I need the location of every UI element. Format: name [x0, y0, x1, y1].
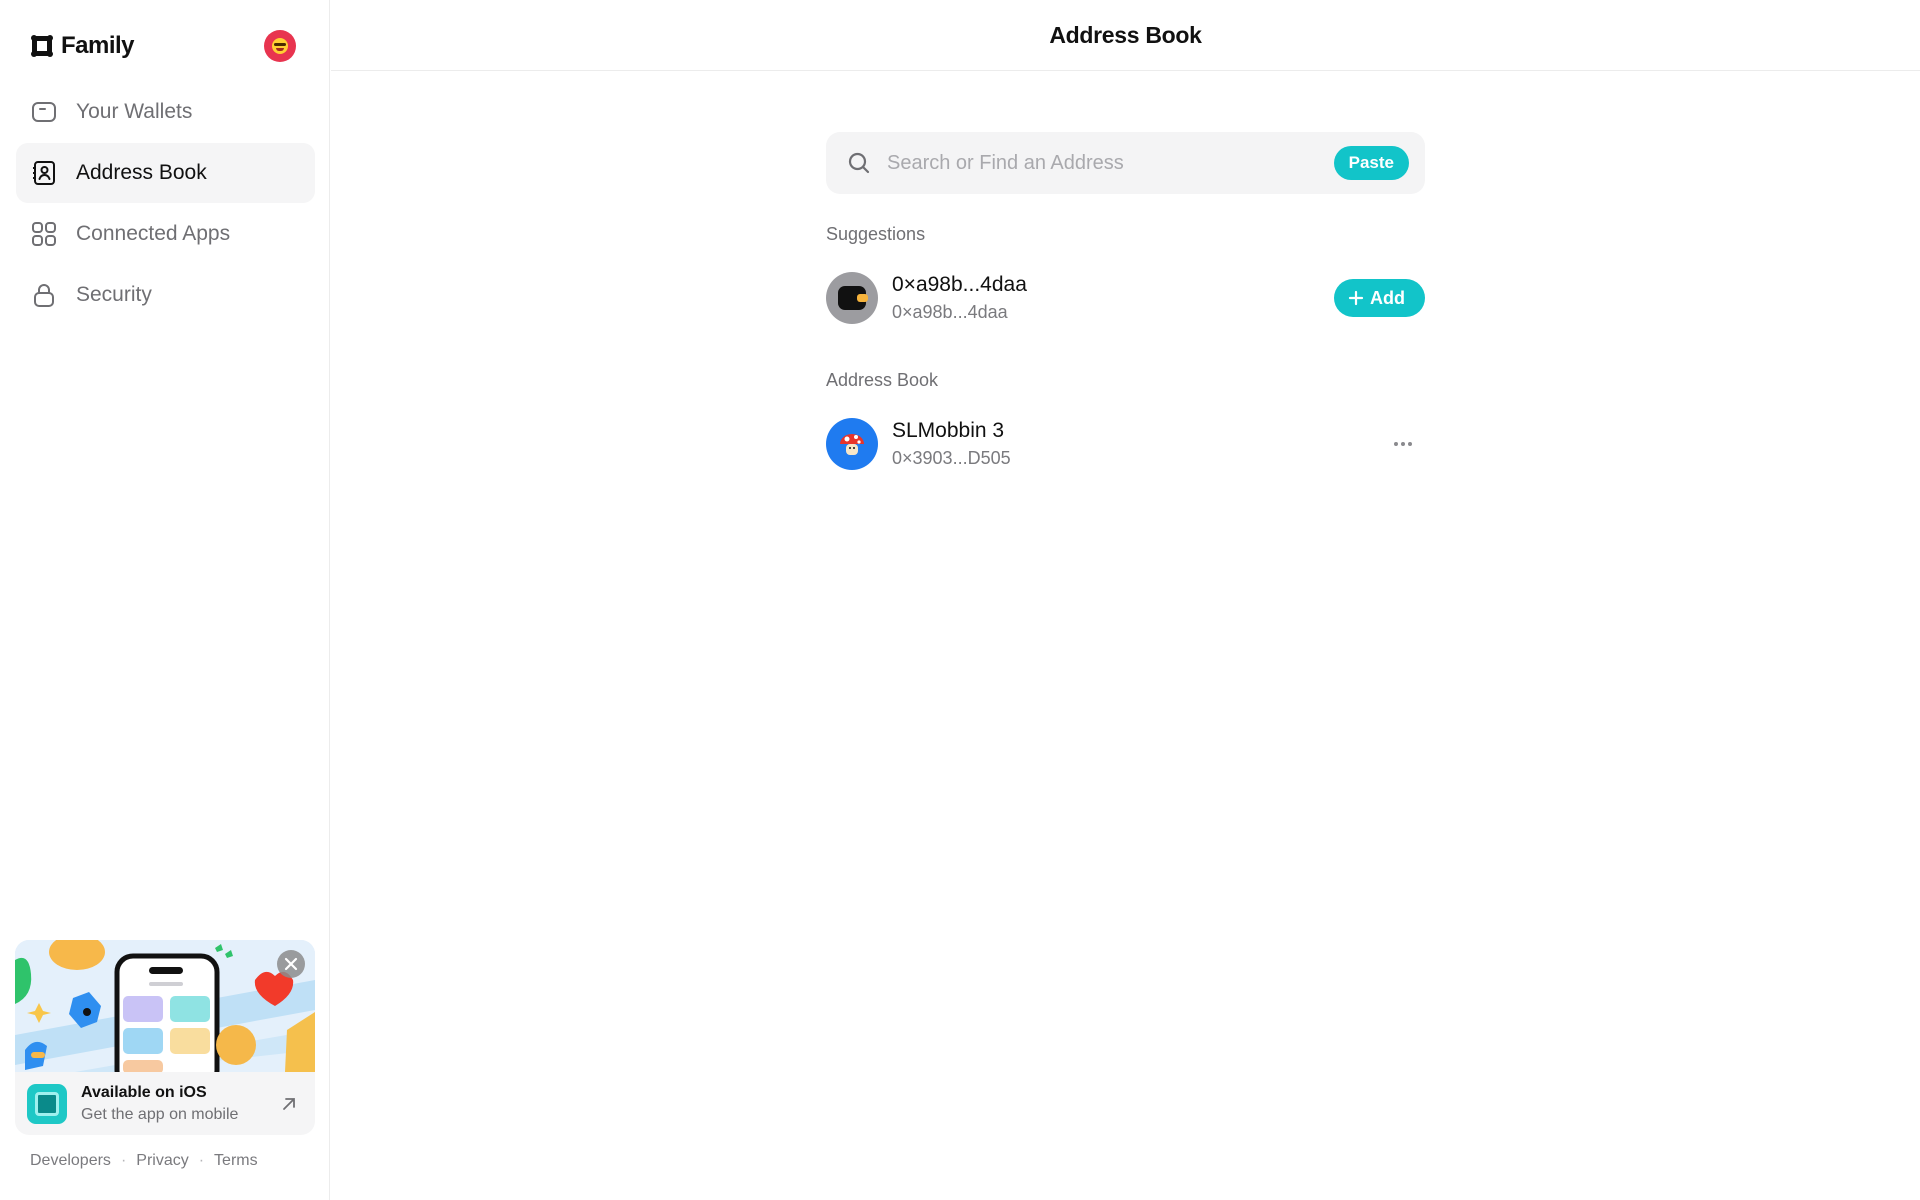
promo-subtitle: Get the app on mobile — [81, 1105, 239, 1123]
more-options-icon[interactable] — [1391, 432, 1415, 456]
page-title: Address Book — [1049, 21, 1202, 48]
contact-book-icon — [31, 160, 57, 186]
brand-name: Family — [61, 32, 135, 59]
contact-name: SLMobbin 3 — [892, 419, 1005, 442]
list-item[interactable]: 0×a98b...4daa 0×a98b...4daa Add — [826, 268, 1425, 328]
close-icon[interactable] — [277, 950, 305, 978]
search-bar: Paste — [826, 132, 1425, 194]
sidebar-item-label: Connected Apps — [76, 222, 231, 245]
footer-separator: · — [198, 1152, 205, 1169]
profile-avatar[interactable] — [264, 30, 296, 62]
developers-link[interactable]: Developers — [30, 1152, 111, 1170]
contact-name: 0×a98b...4daa — [892, 273, 1027, 296]
sidebar-item-label: Your Wallets — [76, 100, 193, 123]
arrow-up-right-icon[interactable] — [279, 1094, 299, 1114]
search-input[interactable] — [887, 151, 1307, 175]
paste-button[interactable]: Paste — [1333, 146, 1409, 180]
terms-link[interactable]: Terms — [214, 1152, 258, 1170]
sidebar-item-connected-apps[interactable]: Connected Apps — [16, 204, 315, 264]
brand[interactable]: Family — [30, 30, 135, 62]
sidebar-item-label: Security — [76, 283, 152, 306]
promo-title: Available on iOS — [81, 1083, 207, 1101]
plus-icon — [1348, 290, 1364, 306]
ios-promo-card[interactable]: Available on iOS Get the app on mobile — [15, 940, 315, 1135]
add-button[interactable]: Add — [1334, 279, 1425, 317]
sidebar-item-label: Address Book — [76, 161, 207, 184]
sidebar-nav: Your Wallets Address Book Connected Apps… — [16, 82, 315, 326]
family-logo-icon — [31, 35, 53, 57]
promo-info: Available on iOS Get the app on mobile — [15, 1072, 315, 1135]
sidebar: Family Your Wallets Address Book Connect… — [0, 0, 330, 1200]
footer-links: Developers · Privacy · Terms — [30, 1152, 258, 1170]
top-bar: Address Book — [331, 0, 1920, 71]
privacy-link[interactable]: Privacy — [136, 1152, 188, 1170]
suggestions-label: Suggestions — [826, 224, 926, 244]
wallet-icon — [838, 286, 868, 310]
family-app-icon — [27, 1083, 67, 1124]
sidebar-item-your-wallets[interactable]: Your Wallets — [16, 82, 315, 142]
add-label: Add — [1370, 287, 1405, 308]
sidebar-item-security[interactable]: Security — [16, 265, 315, 325]
wallet-icon — [31, 99, 57, 125]
contact-address: 0×a98b...4daa — [892, 302, 1008, 322]
emoji-face-icon — [272, 38, 288, 54]
address-book-label: Address Book — [826, 370, 939, 390]
grid-apps-icon — [31, 221, 57, 247]
sidebar-item-address-book[interactable]: Address Book — [16, 143, 315, 203]
footer-separator: · — [120, 1152, 127, 1169]
contact-address: 0×3903...D505 — [892, 448, 1011, 468]
promo-illustration — [15, 940, 315, 1072]
lock-icon — [31, 282, 57, 308]
wallet-avatar — [826, 272, 878, 324]
mushroom-icon — [840, 434, 864, 455]
search-icon — [848, 152, 870, 174]
contact-avatar — [826, 418, 878, 470]
list-item[interactable]: SLMobbin 3 0×3903...D505 — [826, 414, 1425, 474]
